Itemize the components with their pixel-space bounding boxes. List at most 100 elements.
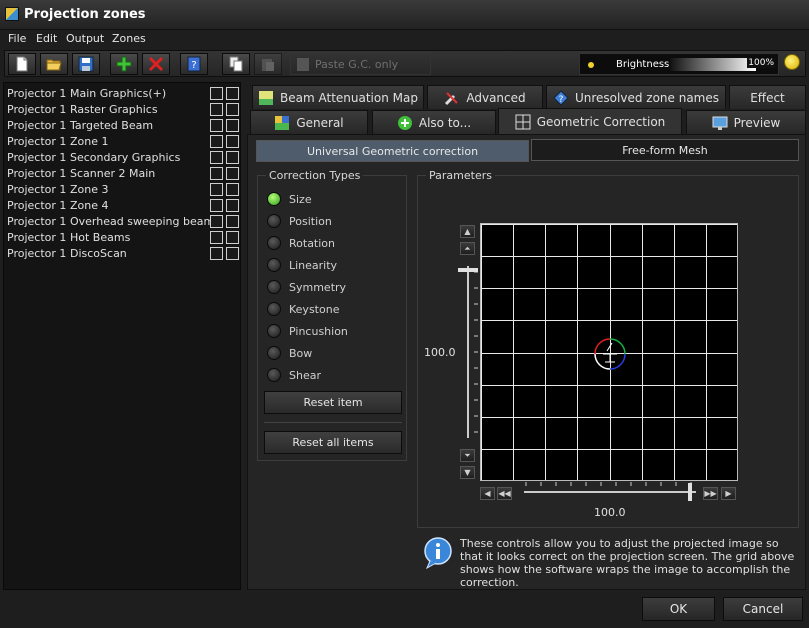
horizontal-step-left-button[interactable]: ◀	[480, 487, 495, 500]
zone-checkbox-a[interactable]	[210, 199, 223, 212]
reset-item-button[interactable]: Reset item	[264, 391, 402, 414]
vertical-step-down-button[interactable]: ▼	[460, 466, 475, 479]
menu-zones[interactable]: Zones	[112, 32, 146, 45]
tab-advanced[interactable]: Advanced	[427, 85, 543, 109]
horizontal-slider-thumb[interactable]	[688, 483, 692, 501]
tab-general[interactable]: General	[250, 110, 368, 134]
correction-type-position[interactable]: Position	[267, 212, 332, 230]
correction-type-keystone[interactable]: Keystone	[267, 300, 339, 318]
zone-checkbox-a[interactable]	[210, 231, 223, 244]
brightness-slider[interactable]: Brightness 100%	[579, 53, 779, 75]
zone-row[interactable]: Projector 1 Secondary Graphics	[4, 149, 242, 165]
cancel-button[interactable]: Cancel	[723, 597, 803, 621]
correction-type-linearity[interactable]: Linearity	[267, 256, 337, 274]
zone-checkbox-b[interactable]	[226, 119, 239, 132]
tab-preview[interactable]: Preview	[686, 110, 806, 134]
zone-checkbox-b[interactable]	[226, 183, 239, 196]
add-button[interactable]	[110, 53, 138, 75]
correction-type-label: Bow	[289, 346, 313, 360]
tab-unresolved-zone-names[interactable]: ? Unresolved zone names	[546, 85, 726, 109]
zone-checkbox-a[interactable]	[210, 183, 223, 196]
tab-geometric-correction[interactable]: Geometric Correction	[498, 108, 682, 135]
menu-output[interactable]: Output	[66, 32, 104, 45]
correction-type-pincushion[interactable]: Pincushion	[267, 322, 348, 340]
zone-row[interactable]: Projector 1 Targeted Beam	[4, 117, 242, 133]
general-icon	[275, 115, 290, 130]
zone-checkbox-b[interactable]	[226, 199, 239, 212]
horizontal-slider[interactable]	[520, 482, 700, 504]
correction-type-rotation[interactable]: Rotation	[267, 234, 335, 252]
zone-checkbox-a[interactable]	[210, 151, 223, 164]
reset-all-items-button[interactable]: Reset all items	[264, 431, 402, 454]
vertical-slider[interactable]	[456, 262, 480, 442]
menu-edit[interactable]: Edit	[36, 32, 57, 45]
zone-checkbox-a[interactable]	[210, 135, 223, 148]
correction-type-symmetry[interactable]: Symmetry	[267, 278, 346, 296]
zone-checkbox-a[interactable]	[210, 103, 223, 116]
radio-button[interactable]	[267, 346, 281, 360]
vertical-page-down-button[interactable]: ⏷	[460, 449, 475, 462]
correction-grid[interactable]	[480, 223, 738, 481]
radio-button[interactable]	[267, 258, 281, 272]
sun-icon[interactable]	[784, 54, 800, 70]
zone-checkbox-b[interactable]	[226, 215, 239, 228]
help-button[interactable]: ?	[180, 53, 208, 75]
zone-row[interactable]: Projector 1 Raster Graphics	[4, 101, 242, 117]
help-icon: ?	[187, 56, 201, 72]
subtab-free-form-mesh[interactable]: Free-form Mesh	[531, 139, 799, 161]
brightness-label: Brightness	[616, 59, 670, 70]
horizontal-step-right-button[interactable]: ▶	[721, 487, 736, 500]
zone-checkbox-a[interactable]	[210, 215, 223, 228]
radio-button[interactable]	[267, 302, 281, 316]
zone-row[interactable]: Projector 1 Hot Beams	[4, 229, 242, 245]
zone-checkbox-b[interactable]	[226, 247, 239, 260]
zone-checkbox-a[interactable]	[210, 167, 223, 180]
zone-row[interactable]: Projector 1 Scanner 2 Main	[4, 165, 242, 181]
new-button[interactable]	[8, 53, 36, 75]
zone-checkbox-a[interactable]	[210, 247, 223, 260]
zone-checkbox-a[interactable]	[210, 119, 223, 132]
horizontal-page-left-button[interactable]: ◀◀	[497, 487, 512, 500]
zone-row[interactable]: Projector 1 Overhead sweeping beams	[4, 213, 242, 229]
subtab-universal-geometric-correction[interactable]: Universal Geometric correction	[256, 140, 529, 162]
correction-type-shear[interactable]: Shear	[267, 366, 321, 384]
zone-list[interactable]: Projector 1 Main Graphics(+) Projector 1 Ra…	[3, 82, 241, 590]
save-button[interactable]	[72, 53, 100, 75]
copy-button[interactable]	[222, 53, 250, 75]
radio-button[interactable]	[267, 214, 281, 228]
zone-checkbox-a[interactable]	[210, 87, 223, 100]
zone-checkbox-b[interactable]	[226, 87, 239, 100]
menu-file[interactable]: File	[8, 32, 26, 45]
zone-checkbox-b[interactable]	[226, 167, 239, 180]
zone-row[interactable]: Projector 1 Zone 3	[4, 181, 242, 197]
vertical-step-up-button[interactable]: ▲	[460, 225, 475, 238]
paste-gc-button[interactable]: Paste G.C. only	[290, 53, 431, 75]
open-button[interactable]	[40, 53, 68, 75]
zone-row[interactable]: Projector 1 Zone 4	[4, 197, 242, 213]
tab-effect[interactable]: Effect	[729, 85, 806, 109]
radio-button[interactable]	[267, 236, 281, 250]
delete-button[interactable]	[142, 53, 170, 75]
radio-button[interactable]	[267, 192, 281, 206]
zone-checkbox-b[interactable]	[226, 103, 239, 116]
zone-row[interactable]: Projector 1 Zone 1	[4, 133, 242, 149]
zone-name: Zone 1	[70, 135, 109, 148]
correction-type-size[interactable]: Size	[267, 190, 312, 208]
zone-row[interactable]: Projector 1 DiscoScan	[4, 245, 242, 261]
correction-type-bow[interactable]: Bow	[267, 344, 312, 362]
horizontal-page-right-button[interactable]: ▶▶	[703, 487, 718, 500]
tab-also-to[interactable]: Also to...	[372, 110, 496, 134]
radio-button[interactable]	[267, 324, 281, 338]
radio-button[interactable]	[267, 368, 281, 382]
zone-checkbox-b[interactable]	[226, 135, 239, 148]
tab-beam-attenuation-map[interactable]: Beam Attenuation Map	[252, 85, 424, 109]
vertical-page-up-button[interactable]: ⏶	[460, 242, 475, 255]
zone-checkbox-b[interactable]	[226, 231, 239, 244]
zone-checkbox-b[interactable]	[226, 151, 239, 164]
ok-button[interactable]: OK	[642, 597, 715, 621]
zone-row[interactable]: Projector 1 Main Graphics(+)	[4, 85, 242, 101]
zone-projector: Projector 1	[7, 183, 67, 196]
paste-button[interactable]	[254, 53, 282, 75]
radio-button[interactable]	[267, 280, 281, 294]
vertical-slider-thumb[interactable]	[458, 268, 478, 272]
